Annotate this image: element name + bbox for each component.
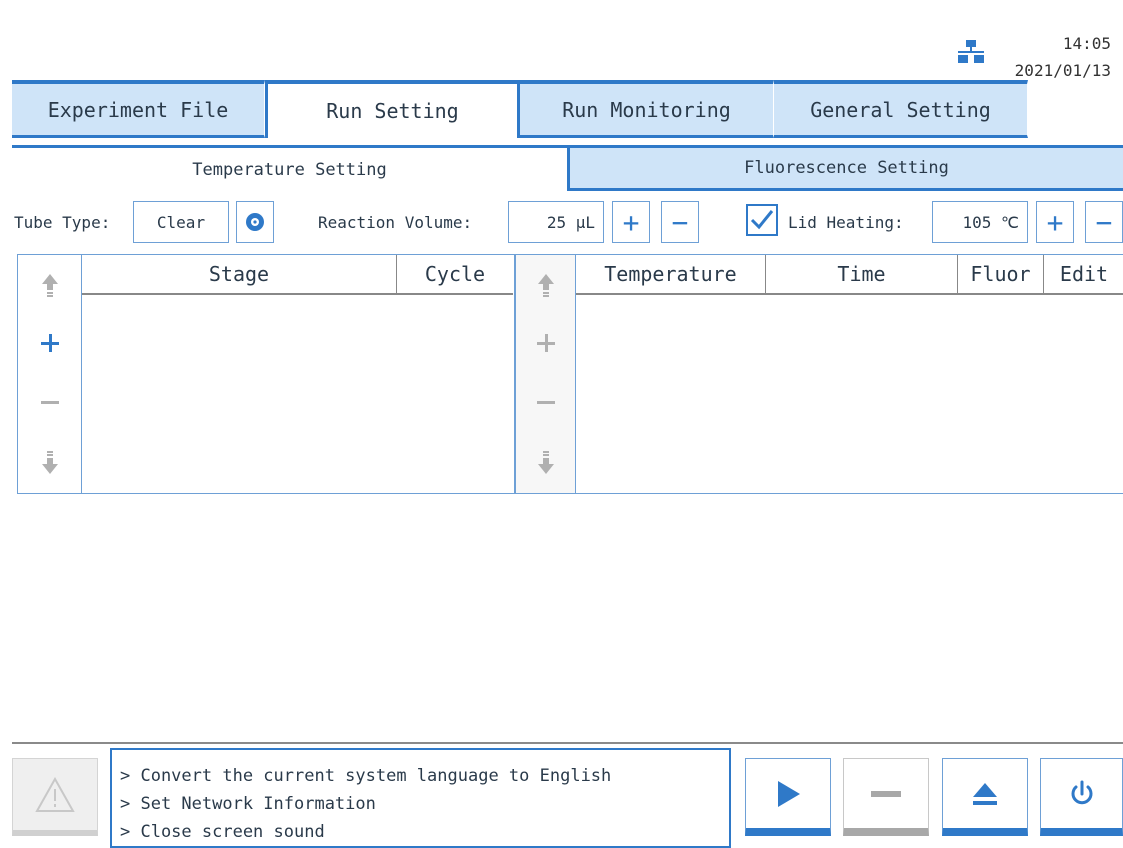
tab-fluorescence-setting[interactable]: Fluorescence Setting bbox=[570, 145, 1123, 191]
tab-run-monitoring[interactable]: Run Monitoring bbox=[520, 80, 774, 138]
arrow-down-icon bbox=[537, 451, 554, 474]
tab-temperature-setting[interactable]: Temperature Setting bbox=[12, 145, 570, 191]
step-move-up-button[interactable] bbox=[516, 265, 575, 305]
time-text: 14:05 bbox=[1062, 34, 1111, 53]
volume-decrease-button[interactable]: − bbox=[661, 201, 699, 243]
stage-move-up-button[interactable] bbox=[18, 265, 81, 305]
power-icon bbox=[1071, 780, 1092, 804]
lid-heating-value: 105 ℃ bbox=[962, 212, 1020, 232]
sub-tabbar: Temperature Setting Fluorescence Setting bbox=[12, 145, 1123, 191]
message-line: > Convert the current system language to… bbox=[120, 766, 612, 786]
minus-icon: − bbox=[1095, 205, 1113, 239]
plus-icon: + bbox=[1046, 205, 1064, 239]
stage-table-header: Stage Cycle bbox=[82, 255, 513, 295]
tab-label: Temperature Setting bbox=[192, 159, 387, 180]
tube-type-picker-button[interactable] bbox=[236, 201, 274, 243]
network-icon bbox=[958, 40, 984, 66]
stop-icon bbox=[871, 790, 901, 797]
stage-add-button[interactable] bbox=[18, 323, 81, 363]
column-header-fluor: Fluor bbox=[958, 255, 1044, 293]
warning-icon bbox=[35, 776, 75, 812]
date-text: 2021/01/13 bbox=[1014, 61, 1111, 80]
tab-general-setting[interactable]: General Setting bbox=[774, 80, 1028, 138]
tab-experiment-file[interactable]: Experiment File bbox=[12, 80, 265, 138]
minus-icon bbox=[40, 401, 59, 404]
plus-icon bbox=[536, 334, 555, 352]
tube-type-field[interactable]: Clear bbox=[133, 201, 229, 243]
message-line: > Set Network Information bbox=[120, 794, 376, 814]
eject-icon bbox=[973, 782, 997, 805]
tab-label: Experiment File bbox=[47, 97, 229, 122]
lid-heating-field[interactable]: 105 ℃ bbox=[932, 201, 1028, 243]
alarm-button[interactable] bbox=[12, 758, 98, 836]
message-box: > Convert the current system language to… bbox=[110, 748, 731, 848]
main-tabbar: Experiment File Run Setting Run Monitori… bbox=[12, 80, 1028, 138]
disc-icon bbox=[246, 213, 264, 231]
step-remove-button[interactable] bbox=[516, 383, 575, 423]
lid-heating-label: Lid Heating: bbox=[788, 213, 904, 232]
column-header-edit: Edit bbox=[1059, 262, 1109, 286]
clock: 14:05 2021/01/13 bbox=[1015, 30, 1111, 84]
minus-icon: − bbox=[671, 205, 689, 239]
stage-remove-button[interactable] bbox=[18, 383, 81, 423]
column-header-time: Time bbox=[766, 255, 958, 293]
plus-icon bbox=[40, 334, 59, 352]
lid-heating-checkbox[interactable] bbox=[746, 204, 778, 236]
tube-type-label: Tube Type: bbox=[14, 213, 111, 232]
power-button[interactable] bbox=[1040, 758, 1123, 836]
arrow-up-icon bbox=[537, 274, 554, 297]
step-table-header: Temperature Time Fluor Edit bbox=[576, 255, 1123, 295]
step-side-controls bbox=[516, 255, 576, 493]
bottom-divider bbox=[12, 742, 1123, 744]
reaction-volume-field[interactable]: 25 µL bbox=[508, 201, 604, 243]
step-add-button[interactable] bbox=[516, 323, 575, 363]
reaction-volume-label: Reaction Volume: bbox=[318, 213, 473, 232]
column-header-temperature: Temperature bbox=[576, 255, 766, 293]
tab-run-setting[interactable]: Run Setting bbox=[265, 80, 520, 138]
plus-icon: + bbox=[622, 205, 640, 239]
eject-button[interactable] bbox=[942, 758, 1028, 836]
step-move-down-button[interactable] bbox=[516, 443, 575, 483]
reaction-volume-value: 25 µL bbox=[546, 212, 595, 232]
tab-label: Run Monitoring bbox=[562, 97, 731, 122]
stage-panel: Stage Cycle bbox=[17, 254, 515, 494]
step-panel: Temperature Time Fluor Edit bbox=[515, 254, 1123, 494]
tube-type-value: Clear bbox=[156, 212, 206, 232]
column-header-stage: Stage bbox=[82, 255, 397, 293]
arrow-down-icon bbox=[41, 451, 58, 474]
lid-increase-button[interactable]: + bbox=[1036, 201, 1074, 243]
stage-move-down-button[interactable] bbox=[18, 443, 81, 483]
tab-label: General Setting bbox=[810, 97, 991, 122]
tab-label: Run Setting bbox=[326, 99, 459, 123]
lid-decrease-button[interactable]: − bbox=[1085, 201, 1123, 243]
column-header-cycle: Cycle bbox=[424, 262, 486, 286]
stage-side-controls bbox=[18, 255, 82, 493]
stop-button[interactable] bbox=[843, 758, 929, 836]
tab-label: Fluorescence Setting bbox=[744, 158, 949, 178]
minus-icon bbox=[536, 401, 555, 404]
volume-increase-button[interactable]: + bbox=[612, 201, 650, 243]
message-line: > Close screen sound bbox=[120, 822, 325, 842]
play-icon bbox=[778, 780, 800, 807]
arrow-up-icon bbox=[41, 274, 58, 297]
run-button[interactable] bbox=[745, 758, 831, 836]
checkmark-icon bbox=[750, 210, 774, 230]
